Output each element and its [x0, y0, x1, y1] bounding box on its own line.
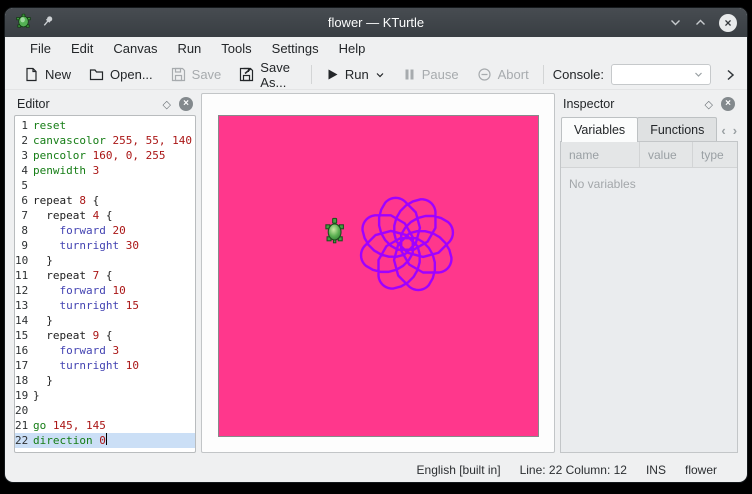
code-line: 20 [15, 403, 195, 418]
tab-functions[interactable]: Functions [637, 117, 717, 142]
canvas-view [201, 93, 555, 453]
abort-icon [477, 67, 492, 82]
text-cursor [106, 433, 107, 445]
menu-edit[interactable]: Edit [61, 39, 103, 58]
code-editor[interactable]: 1reset2canvascolor 255, 55, 1403pencolor… [14, 115, 196, 453]
variables-empty-text: No variables [561, 168, 737, 452]
tab-scroll-right-icon[interactable]: › [733, 123, 737, 138]
maximize-button[interactable] [694, 16, 707, 29]
code-line: 2canvascolor 255, 55, 140 [15, 133, 195, 148]
inspector-dock: Inspector ◇ × Variables Functions ‹ › na… [560, 93, 738, 453]
run-button[interactable]: Run [317, 64, 394, 85]
inspector-dock-header: Inspector ◇ × [560, 93, 738, 115]
code-line: 19} [15, 388, 195, 403]
inspector-float-icon[interactable]: ◇ [705, 98, 713, 111]
chevron-right-icon [723, 68, 737, 82]
code-line: 16 forward 3 [15, 343, 195, 358]
status-language: English [built in] [417, 463, 501, 477]
code-line: 10 } [15, 253, 195, 268]
pin-icon[interactable] [41, 15, 54, 31]
inspector-tabs: Variables Functions ‹ › [560, 115, 738, 142]
pause-button: Pause [394, 64, 468, 85]
variables-table: name value type No variables [560, 141, 738, 453]
tab-scroll-left-icon[interactable]: ‹ [721, 123, 725, 138]
combo-chevron-down-icon [693, 69, 704, 80]
minimize-button[interactable] [669, 16, 682, 29]
inspector-dock-title: Inspector [563, 97, 705, 111]
code-line: 22direction 0 [15, 433, 195, 448]
status-document-name: flower [685, 463, 717, 477]
code-line: 18 } [15, 373, 195, 388]
open-button[interactable]: Open... [80, 64, 162, 85]
code-line: 9 turnright 30 [15, 238, 195, 253]
save-icon [171, 67, 186, 82]
code-line: 8 forward 20 [15, 223, 195, 238]
new-button[interactable]: New [15, 64, 80, 85]
new-file-icon [24, 67, 39, 82]
editor-float-icon[interactable]: ◇ [163, 98, 171, 111]
code-line: 17 turnright 10 [15, 358, 195, 373]
code-line: 15 repeat 9 { [15, 328, 195, 343]
column-value: value [639, 142, 692, 167]
tab-variables[interactable]: Variables [561, 117, 638, 142]
titlebar: flower — KTurtle × [5, 8, 747, 37]
code-line: 7 repeat 4 { [15, 208, 195, 223]
code-line: 3pencolor 160, 0, 255 [15, 148, 195, 163]
abort-button: Abort [468, 64, 538, 85]
menu-settings[interactable]: Settings [262, 39, 329, 58]
code-line: 1reset [15, 118, 195, 133]
code-line: 5 [15, 178, 195, 193]
console-label: Console: [553, 67, 604, 82]
save-button: Save [162, 64, 231, 85]
close-button[interactable]: × [719, 14, 737, 32]
editor-dock: Editor ◇ × 1reset2canvascolor 255, 55, 1… [14, 93, 196, 453]
run-play-icon [326, 68, 339, 81]
save-as-icon [239, 67, 254, 82]
variables-table-header: name value type [561, 142, 737, 168]
menu-run[interactable]: Run [167, 39, 211, 58]
turtle-canvas [218, 115, 539, 437]
window-title: flower — KTurtle [5, 15, 747, 30]
menu-help[interactable]: Help [329, 39, 376, 58]
open-folder-icon [89, 67, 104, 82]
menubar: File Edit Canvas Run Tools Settings Help [5, 37, 747, 60]
code-line: 6repeat 8 { [15, 193, 195, 208]
code-line: 12 forward 10 [15, 283, 195, 298]
code-line: 4penwidth 3 [15, 163, 195, 178]
statusbar: English [built in] Line: 22 Column: 12 I… [5, 458, 747, 482]
main-area: Editor ◇ × 1reset2canvascolor 255, 55, 1… [5, 90, 747, 458]
app-turtle-icon [15, 13, 32, 33]
editor-close-icon[interactable]: × [179, 97, 193, 111]
status-cursor-position: Line: 22 Column: 12 [520, 463, 627, 477]
editor-dock-title: Editor [17, 97, 163, 111]
turtle-sprite [325, 218, 343, 242]
code-line: 11 repeat 7 { [15, 268, 195, 283]
inspector-close-icon[interactable]: × [721, 97, 735, 111]
editor-dock-header: Editor ◇ × [14, 93, 196, 115]
toolbar-separator [311, 65, 312, 84]
toolbar: New Open... Save Save As... Run [5, 60, 747, 90]
column-type: type [692, 142, 737, 167]
menu-canvas[interactable]: Canvas [103, 39, 167, 58]
code-line: 21go 145, 145 [15, 418, 195, 433]
flower-drawing [361, 198, 453, 290]
save-as-button[interactable]: Save As... [230, 57, 306, 93]
code-line: 13 turnright 15 [15, 298, 195, 313]
console-combobox[interactable] [611, 64, 711, 85]
kturtle-window: flower — KTurtle × File Edit Canvas Run … [4, 7, 748, 483]
run-dropdown-chevron-icon [375, 70, 385, 80]
column-name: name [561, 148, 639, 162]
status-insert-mode: INS [646, 463, 666, 477]
pause-icon [403, 68, 416, 81]
menu-file[interactable]: File [20, 39, 61, 58]
menu-tools[interactable]: Tools [211, 39, 261, 58]
toolbar-separator [543, 65, 544, 84]
toolbar-overflow-button[interactable] [723, 68, 737, 82]
code-line: 14 } [15, 313, 195, 328]
